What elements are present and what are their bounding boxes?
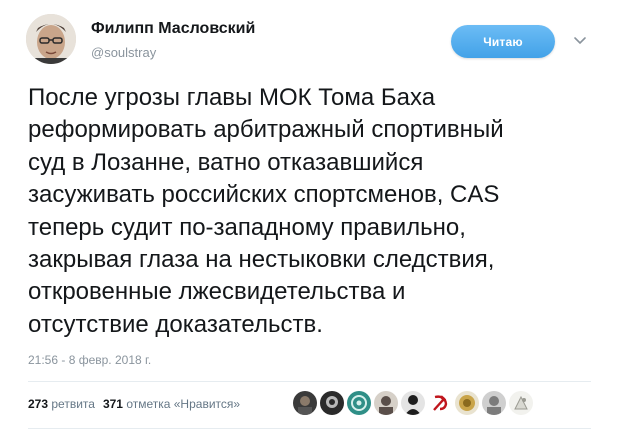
hammer-sickle-icon[interactable] (428, 391, 452, 415)
divider (28, 428, 591, 429)
liker-avatar[interactable] (509, 391, 533, 415)
likes-count: 371 (102, 397, 123, 411)
likers-avatars (293, 391, 533, 415)
liker-avatar[interactable] (293, 391, 317, 415)
tweet-card: Филипп Масловский @soulstray Читаю После… (0, 0, 619, 435)
author-avatar[interactable] (26, 14, 76, 64)
likes-stat[interactable]: 371 отметка «Нравится» (103, 397, 240, 411)
liker-avatar[interactable] (320, 391, 344, 415)
liker-avatar[interactable] (401, 391, 425, 415)
likes-label: отметка «Нравится» (126, 397, 241, 411)
liker-avatar[interactable] (455, 391, 479, 415)
author-username[interactable]: @soulstray (91, 45, 156, 60)
liker-avatar[interactable] (374, 391, 398, 415)
tweet-text: После угрозы главы МОК Тома Баха реформи… (28, 84, 504, 338)
tweet-timestamp[interactable]: 21:56 - 8 февр. 2018 г. (28, 353, 151, 367)
author-display-name[interactable]: Филипп Масловский (91, 20, 255, 38)
follow-button[interactable]: Читаю (451, 25, 555, 58)
liker-avatar[interactable] (347, 391, 371, 415)
retweets-stat[interactable]: 273 ретвита (28, 397, 95, 411)
retweets-label: ретвита (51, 397, 95, 411)
chevron-down-icon[interactable] (573, 34, 587, 48)
divider (28, 381, 591, 382)
tweet-stats: 273 ретвита 371 отметка «Нравится» (28, 397, 240, 411)
retweets-count: 273 (28, 397, 49, 411)
liker-avatar[interactable] (482, 391, 506, 415)
